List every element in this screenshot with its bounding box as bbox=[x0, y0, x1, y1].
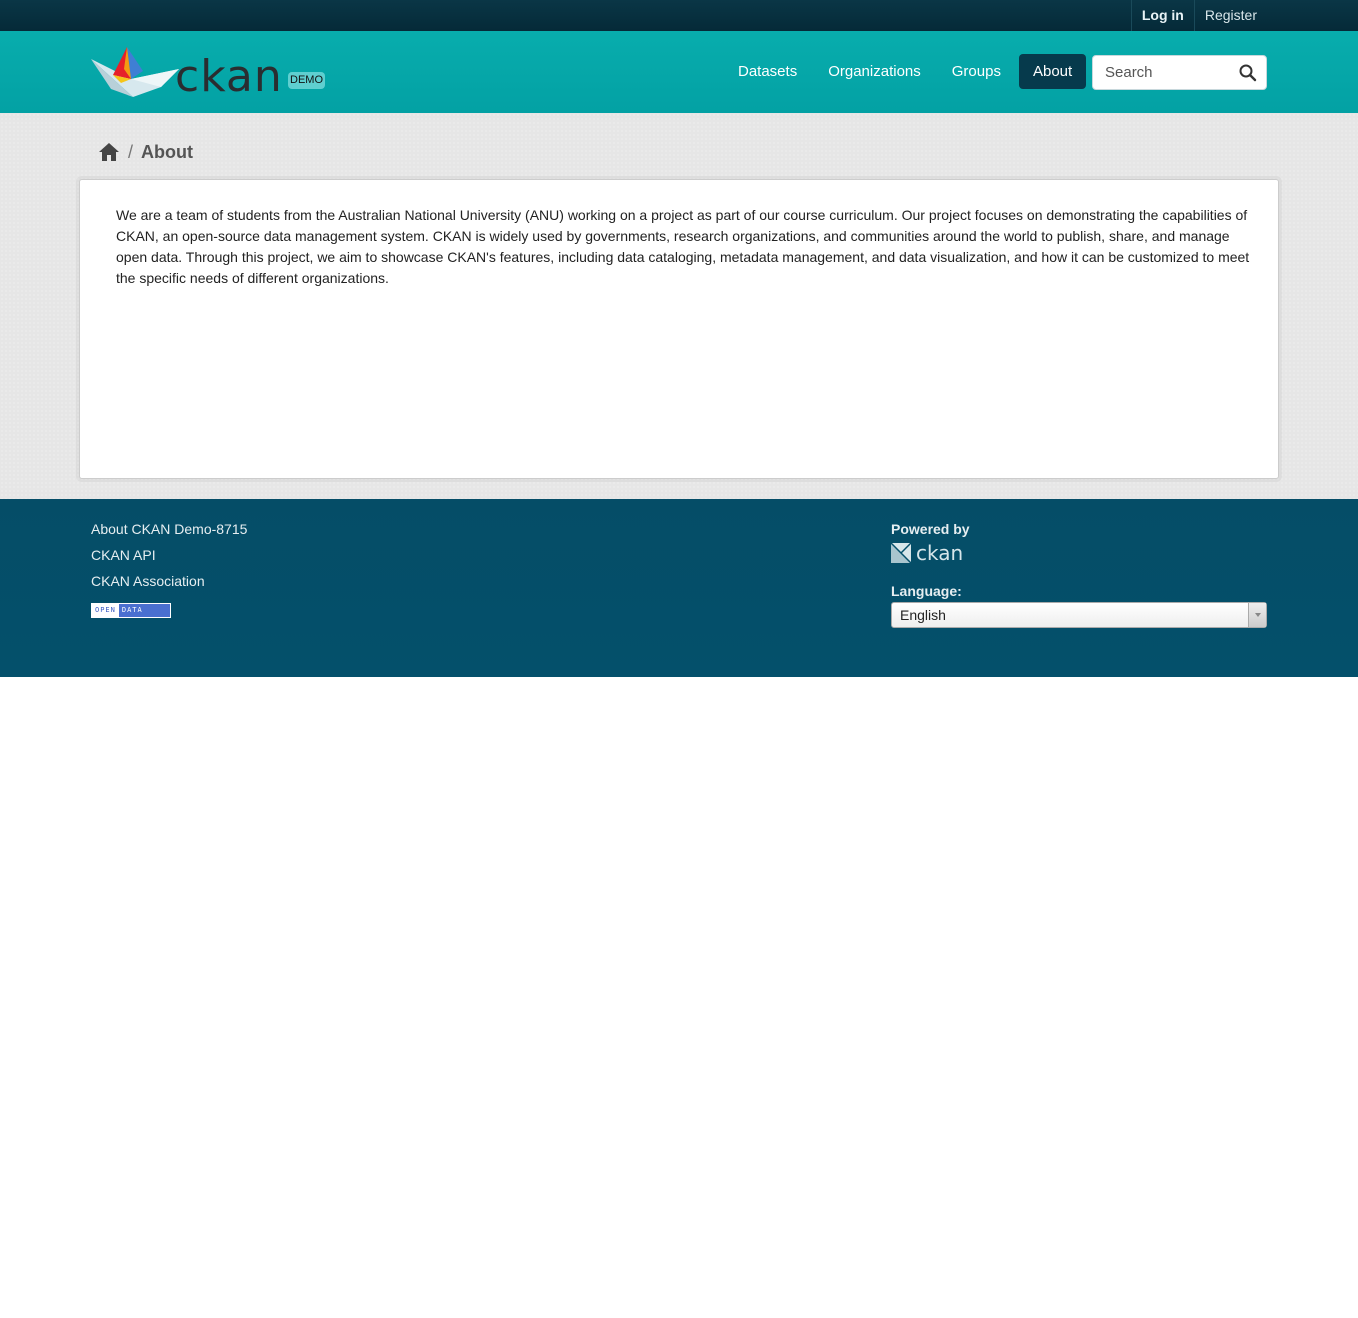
open-data-badge-part2: DATA bbox=[118, 604, 170, 617]
demo-badge: DEMO bbox=[288, 72, 325, 89]
site-logo[interactable]: ckan DEMO bbox=[91, 47, 331, 107]
ckan-footer-logo-text: ckan bbox=[916, 541, 964, 565]
breadcrumb-separator: / bbox=[128, 141, 134, 162]
content-area: / About We are a team of students from t… bbox=[0, 113, 1358, 499]
powered-by: Powered by ckan bbox=[891, 521, 970, 565]
about-panel: We are a team of students from the Austr… bbox=[79, 179, 1279, 479]
home-icon[interactable] bbox=[99, 142, 119, 162]
open-data-badge-part1: OPEN bbox=[92, 604, 119, 617]
nav-about[interactable]: About bbox=[1018, 54, 1087, 89]
account-links: Log in Register bbox=[1130, 0, 1267, 31]
footer-link-about[interactable]: About CKAN Demo-8715 bbox=[91, 517, 247, 543]
main-nav: Datasets Organizations Groups About bbox=[723, 54, 1087, 89]
breadcrumb-current[interactable]: About bbox=[141, 142, 193, 163]
logo-text: ckan bbox=[175, 51, 283, 102]
search-input[interactable] bbox=[1093, 56, 1233, 89]
footer-link-association[interactable]: CKAN Association bbox=[91, 569, 247, 595]
language-select[interactable]: English bbox=[891, 602, 1267, 628]
ckan-logo-icon bbox=[891, 543, 911, 563]
language-label: Language: bbox=[891, 583, 962, 599]
language-selected-value: English bbox=[900, 607, 946, 623]
breadcrumb: / About bbox=[99, 141, 193, 163]
powered-by-label: Powered by bbox=[891, 521, 970, 537]
chevron-down-icon[interactable] bbox=[1248, 603, 1266, 627]
login-link[interactable]: Log in bbox=[1130, 0, 1194, 31]
register-link[interactable]: Register bbox=[1193, 0, 1267, 31]
account-bar: Log in Register bbox=[0, 0, 1358, 31]
language-selector: Language: English bbox=[891, 583, 1267, 628]
nav-organizations[interactable]: Organizations bbox=[813, 54, 936, 89]
nav-groups[interactable]: Groups bbox=[937, 54, 1016, 89]
paper-boat-logo-icon bbox=[91, 47, 179, 97]
about-text: We are a team of students from the Austr… bbox=[116, 207, 1250, 286]
nav-datasets[interactable]: Datasets bbox=[723, 54, 812, 89]
footer-link-api[interactable]: CKAN API bbox=[91, 543, 247, 569]
search-icon[interactable] bbox=[1238, 63, 1258, 83]
search-box bbox=[1092, 55, 1267, 90]
ckan-footer-logo[interactable]: ckan bbox=[891, 541, 970, 565]
site-footer: About CKAN Demo-8715 CKAN API CKAN Assoc… bbox=[0, 499, 1358, 677]
footer-links: About CKAN Demo-8715 CKAN API CKAN Assoc… bbox=[91, 517, 247, 618]
open-data-badge[interactable]: OPEN DATA bbox=[91, 603, 171, 618]
